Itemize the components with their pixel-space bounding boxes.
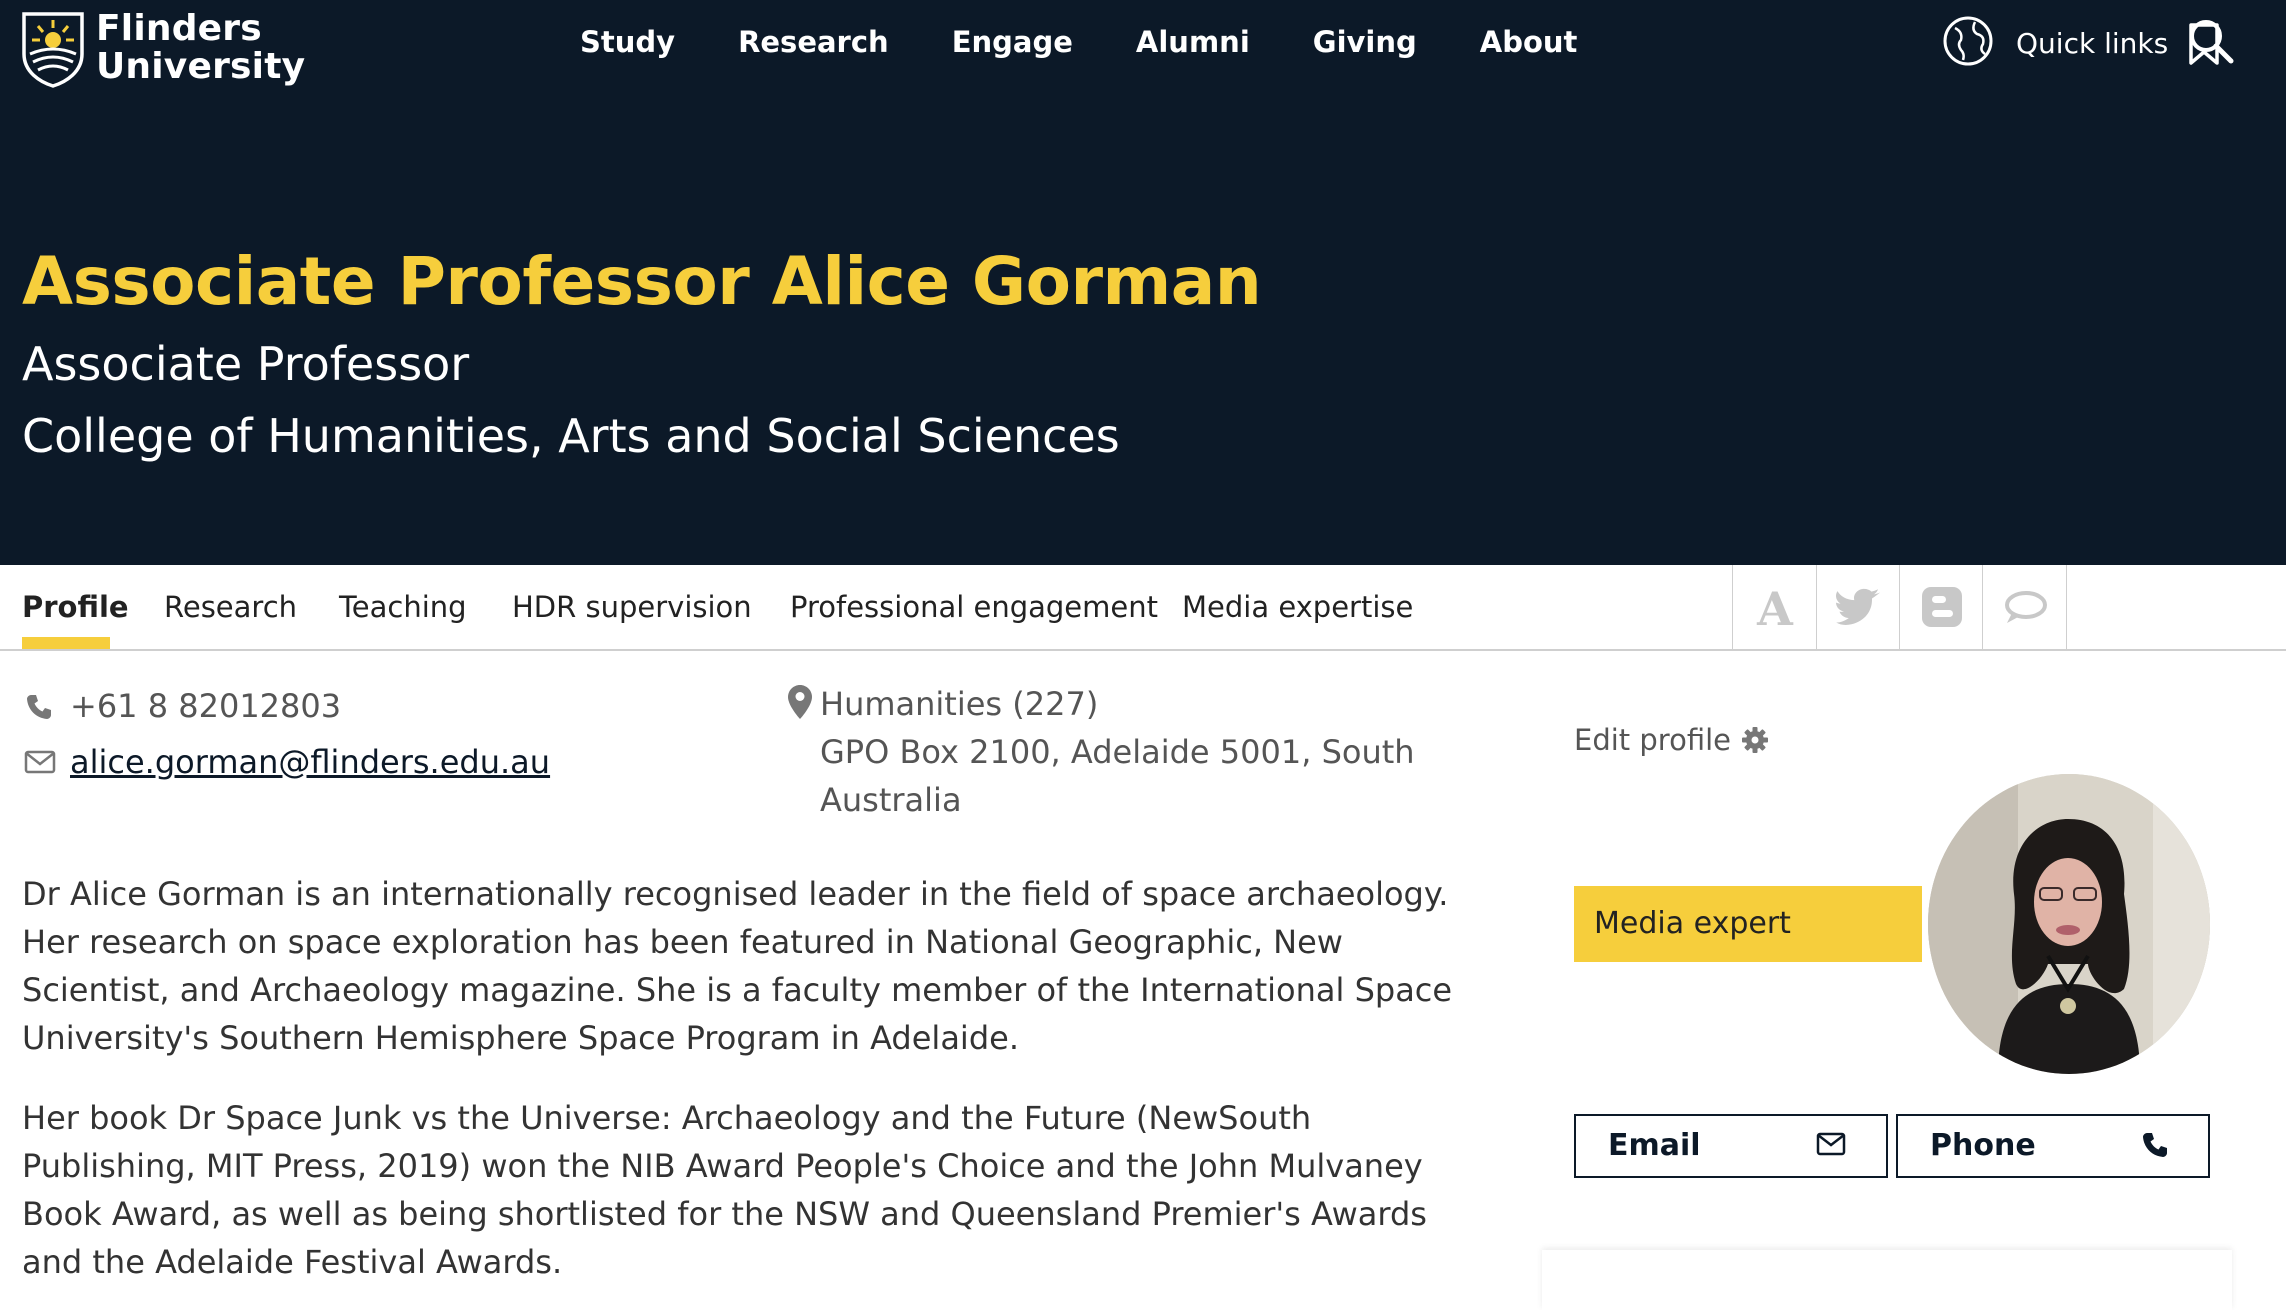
comment-button[interactable] xyxy=(1982,565,2067,649)
phone-contact: +61 8 82012803 xyxy=(27,684,342,728)
phone-icon xyxy=(27,695,51,719)
active-tab-indicator xyxy=(22,637,110,649)
profile-college: College of Humanities, Arts and Social S… xyxy=(22,409,1120,463)
tab-professional-engagement[interactable]: Professional engagement xyxy=(790,587,1158,627)
email-link[interactable]: alice.gorman@flinders.edu.au xyxy=(70,743,550,781)
tab-media-expertise[interactable]: Media expertise xyxy=(1182,587,1413,627)
font-size-button[interactable]: A xyxy=(1732,565,1816,649)
tab-profile[interactable]: Profile xyxy=(22,587,129,627)
profile-tabs: Profile Research Teaching HDR supervisio… xyxy=(0,565,2286,651)
profile-position: Associate Professor xyxy=(22,337,470,391)
page-title: Associate Professor Alice Gorman xyxy=(22,243,1262,320)
brand-name: Flinders University xyxy=(96,8,306,87)
media-expert-badge: Media expert xyxy=(1574,886,1922,962)
postal-address: GPO Box 2100, Adelaide 5001, South Austr… xyxy=(820,733,1415,819)
nav-alumni[interactable]: Alumni xyxy=(1136,20,1250,64)
email-contact: alice.gorman@flinders.edu.au xyxy=(24,740,550,784)
phone-number: +61 8 82012803 xyxy=(70,687,342,725)
speech-bubble-icon xyxy=(2004,591,2047,623)
font-size-icon: A xyxy=(1756,583,1794,631)
profile-photo xyxy=(1928,774,2210,1074)
location-pin-icon xyxy=(788,685,812,719)
email-button[interactable]: Email xyxy=(1574,1114,1888,1178)
envelope-icon xyxy=(24,750,56,774)
nav-engage[interactable]: Engage xyxy=(952,20,1073,64)
nav-about[interactable]: About xyxy=(1480,20,1578,64)
twitter-icon xyxy=(1835,588,1880,626)
twitter-button[interactable] xyxy=(1816,565,1900,649)
search-icon[interactable] xyxy=(2186,16,2236,66)
phone-button[interactable]: Phone xyxy=(1896,1114,2210,1178)
tab-hdr-supervision[interactable]: HDR supervision xyxy=(512,587,752,627)
nav-giving[interactable]: Giving xyxy=(1313,20,1417,64)
svg-text:A: A xyxy=(1756,583,1794,631)
nav-research[interactable]: Research xyxy=(738,20,889,64)
university-crest-icon xyxy=(22,12,84,88)
phone-icon xyxy=(2143,1133,2167,1157)
office-address: Humanities (227) GPO Box 2100, Adelaide … xyxy=(820,680,1420,824)
main-nav: Study Research Engage Alumni Giving Abou… xyxy=(580,20,1640,64)
gear-icon xyxy=(1741,727,1768,753)
sidebar-card xyxy=(1542,1250,2232,1310)
blog-icon xyxy=(1921,587,1962,627)
bio-paragraph-2: Her book Dr Space Junk vs the Universe: … xyxy=(22,1099,1427,1281)
globe-icon[interactable] xyxy=(1941,14,1995,68)
tab-teaching[interactable]: Teaching xyxy=(339,587,467,627)
blogger-button[interactable] xyxy=(1899,565,1983,649)
avatar xyxy=(1928,774,2210,1074)
office-room: Humanities (227) xyxy=(820,685,1099,723)
nav-study[interactable]: Study xyxy=(580,20,675,64)
bio-paragraph-1: Dr Alice Gorman is an internationally re… xyxy=(22,875,1453,1057)
flinders-logo[interactable]: Flinders University xyxy=(20,10,305,88)
tab-research[interactable]: Research xyxy=(164,587,297,627)
envelope-icon xyxy=(1816,1132,1846,1156)
site-header: Flinders University Study Research Engag… xyxy=(0,0,2286,565)
edit-profile-link[interactable]: Edit profile xyxy=(1574,718,1769,762)
